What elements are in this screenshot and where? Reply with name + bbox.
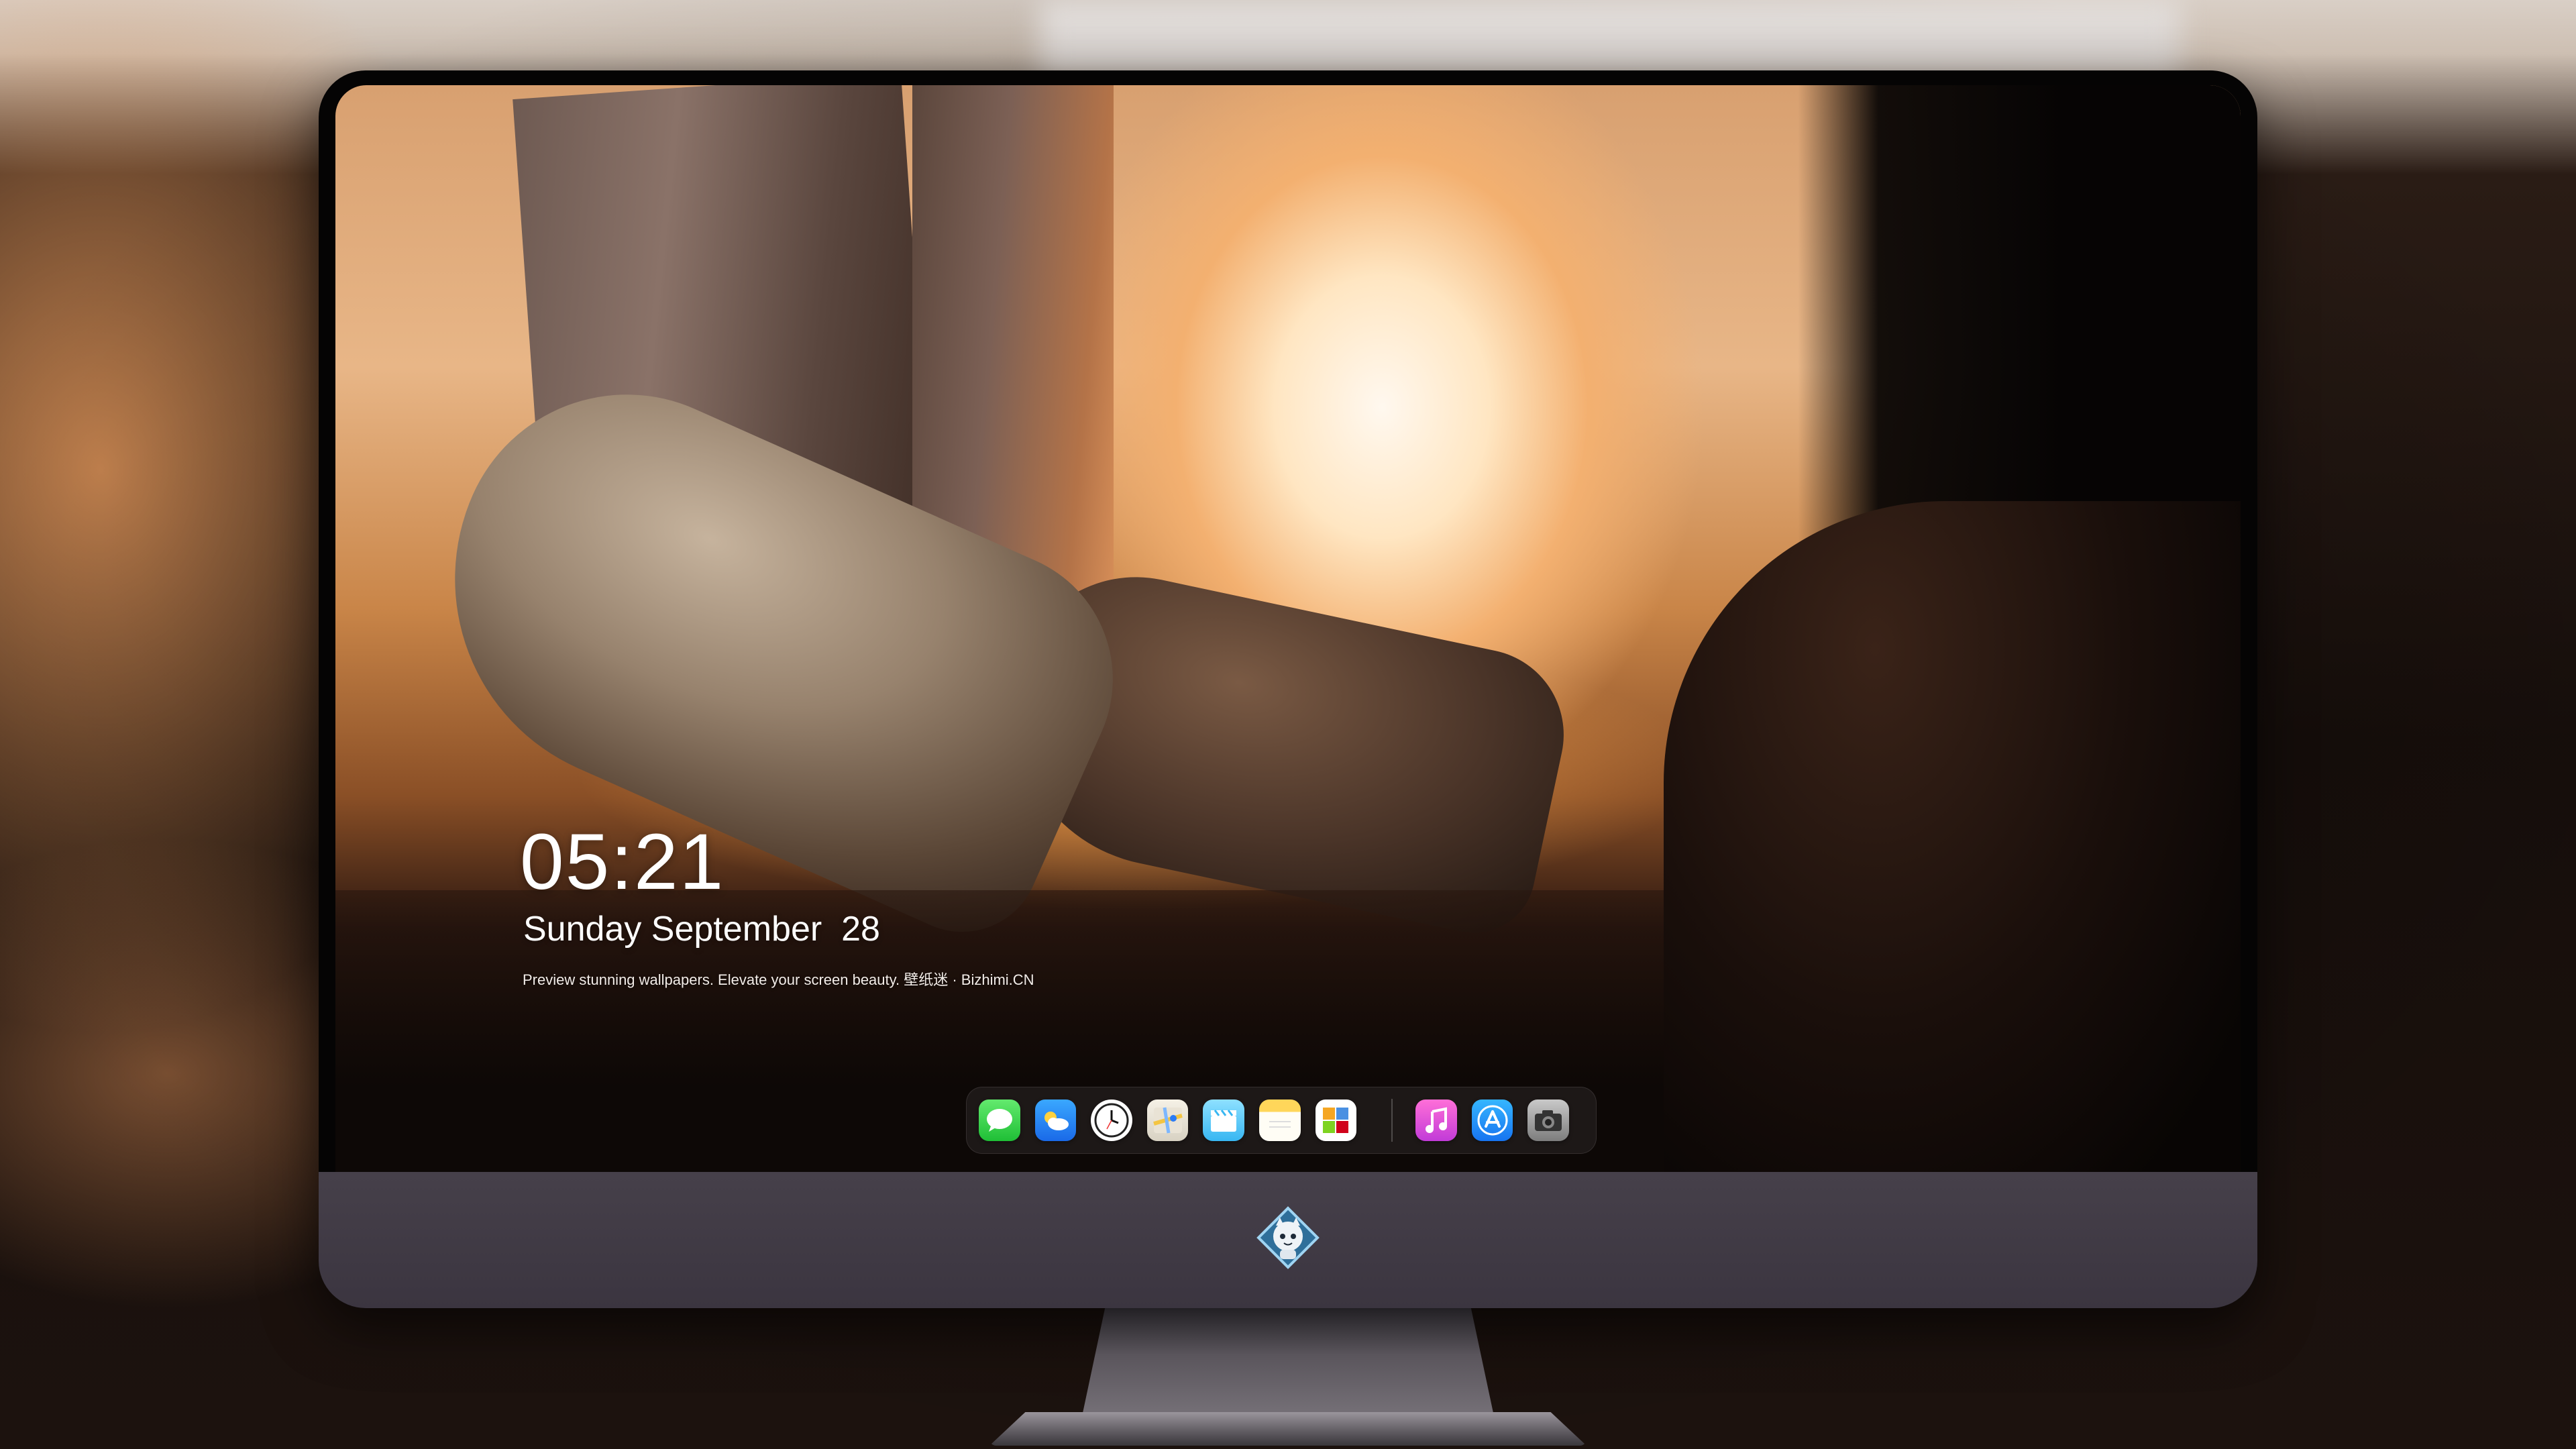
- dock-separator: [1391, 1099, 1393, 1142]
- imac-monitor: 05:21 Sunday September 28 Preview stunni…: [319, 70, 2257, 1308]
- wallpaper-knee-silhouette: [1664, 501, 2241, 1172]
- dock: [966, 1087, 1597, 1154]
- app-store-icon[interactable]: [1471, 1099, 1513, 1141]
- clips-icon[interactable]: [1203, 1099, 1244, 1141]
- clock-icon[interactable]: [1091, 1099, 1132, 1141]
- lockscreen-tagline: Preview stunning wallpapers. Elevate you…: [523, 971, 1034, 988]
- lockscreen-time: 05:21: [520, 818, 725, 906]
- camera-icon[interactable]: [1527, 1099, 1569, 1141]
- weather-icon[interactable]: [1034, 1099, 1077, 1141]
- mascot-logo-icon: [1256, 1205, 1320, 1270]
- lockscreen-date: Sunday September 28: [523, 910, 880, 949]
- messages-icon[interactable]: [979, 1099, 1020, 1141]
- screen: 05:21 Sunday September 28 Preview stunni…: [335, 85, 2241, 1172]
- background-light: [1040, 0, 2180, 74]
- music-icon[interactable]: [1415, 1099, 1457, 1141]
- notes-icon[interactable]: [1258, 1099, 1301, 1141]
- maps-icon[interactable]: [1146, 1099, 1189, 1141]
- photos-icon[interactable]: [1315, 1099, 1357, 1141]
- monitor-stand: [1080, 1308, 1496, 1426]
- monitor-stand-base: [989, 1412, 1587, 1446]
